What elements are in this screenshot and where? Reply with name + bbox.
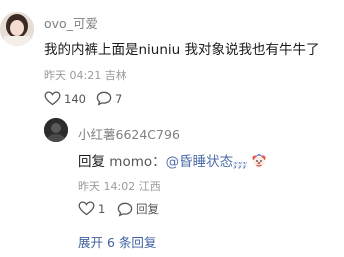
avatar-reply[interactable] — [44, 118, 68, 142]
comment-meta: 昨天 04:21 吉林 — [44, 67, 127, 83]
reply-prefix: 回复 — [78, 154, 105, 170]
reply-meta: 昨天 14:02 江西 — [78, 178, 161, 194]
reply-like-button[interactable]: 1 — [78, 201, 105, 216]
reply-location: 江西 — [138, 180, 161, 193]
reply-separator: ： — [152, 154, 166, 170]
reply-to-reply-button[interactable]: 回复 — [117, 201, 159, 217]
reply-label: 回复 — [136, 202, 159, 216]
mention-suffix: 𝓏𝓏𝓏 — [233, 158, 248, 169]
like-button[interactable]: 140 — [44, 91, 86, 106]
mention-link[interactable]: @昏睡状态 — [166, 154, 234, 170]
heart-outline-icon — [78, 201, 95, 216]
expand-replies-button[interactable]: 展开 6 条回复 — [78, 232, 156, 251]
heart-outline-icon — [44, 91, 61, 106]
reply-username[interactable]: 小红薯6624C796 — [78, 124, 180, 143]
speech-bubble-icon — [117, 202, 133, 217]
clown-face-emoji — [251, 153, 267, 169]
reply-time: 昨天 14:02 — [78, 180, 136, 193]
reply-count: 7 — [115, 91, 123, 106]
like-count: 140 — [64, 91, 86, 106]
avatar-main-comment[interactable] — [0, 12, 34, 46]
reply-target[interactable]: momo — [109, 154, 152, 170]
reply-like-count: 1 — [98, 201, 106, 216]
comment-text: 我的内裤上面是niuniu 我对象说我也有牛牛了 — [44, 42, 320, 58]
comment-time: 昨天 04:21 — [44, 69, 102, 82]
comment-location: 吉林 — [104, 69, 127, 82]
reply-count-button[interactable]: 7 — [96, 91, 122, 106]
comment-username[interactable]: ovo_可爱 — [44, 13, 98, 32]
speech-bubble-icon — [96, 91, 112, 106]
reply-text: 回复 momo：@昏睡状态𝓏𝓏𝓏 — [78, 150, 267, 170]
